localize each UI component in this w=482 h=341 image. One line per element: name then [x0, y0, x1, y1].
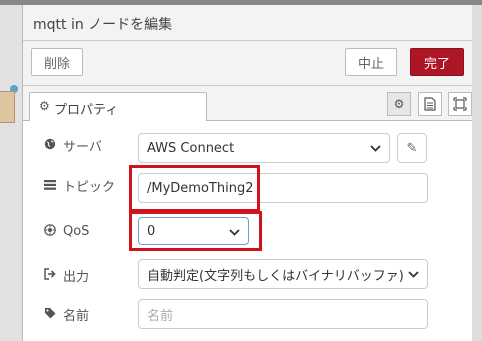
- topic-label-row: トピック: [43, 176, 115, 195]
- layout-frame-icon[interactable]: [448, 92, 472, 116]
- dialog-title: mqtt in ノードを編集: [33, 17, 173, 33]
- qos-label-row: QoS: [43, 224, 89, 239]
- cancel-button[interactable]: 中止: [345, 48, 397, 76]
- flow-canvas[interactable]: [0, 5, 22, 341]
- tab-properties-label: プロパティ: [54, 103, 119, 118]
- empire-icon: [43, 224, 57, 239]
- globe-icon: [43, 138, 57, 153]
- gear-icon: ⚙: [39, 99, 50, 113]
- done-button[interactable]: 完了: [410, 48, 464, 76]
- server-value: AWS Connect: [147, 140, 235, 156]
- output-select[interactable]: 自動判定(文字列もしくはバイナリバッファ): [138, 259, 428, 289]
- tab-properties[interactable]: ⚙ プロパティ: [29, 92, 207, 121]
- highlight-topic: [129, 165, 260, 212]
- right-edge: [472, 5, 482, 341]
- tray-toolbar: 削除 中止 完了: [23, 41, 473, 86]
- edit-tray: mqtt in ノードを編集 削除 中止 完了 ⚙ プロパティ ⚙ サーバ AW…: [22, 5, 473, 341]
- delete-button[interactable]: 削除: [31, 48, 83, 76]
- qos-label: QoS: [63, 224, 90, 239]
- highlight-qos: [129, 211, 262, 251]
- chevron-down-icon: [370, 142, 381, 155]
- tab-bar: ⚙ プロパティ ⚙: [23, 86, 473, 121]
- output-label-row: 出力: [43, 266, 89, 285]
- tasks-icon: [43, 179, 57, 193]
- name-input[interactable]: 名前: [138, 299, 428, 329]
- name-label: 名前: [63, 309, 90, 324]
- chevron-down-icon: [408, 268, 419, 281]
- pencil-icon: ✎: [406, 140, 418, 156]
- tag-icon: [43, 307, 57, 322]
- server-label: サーバ: [63, 140, 102, 155]
- name-placeholder: 名前: [147, 308, 174, 324]
- topic-label: トピック: [63, 180, 116, 195]
- server-label-row: サーバ: [43, 136, 102, 155]
- document-icon[interactable]: [418, 92, 442, 116]
- settings-gear-icon[interactable]: ⚙: [387, 92, 411, 116]
- output-value: 自動判定(文字列もしくはバイナリバッファ): [147, 268, 404, 284]
- tray-header: mqtt in ノードを編集: [23, 5, 473, 41]
- output-label: 出力: [63, 270, 90, 285]
- edit-server-button[interactable]: ✎: [397, 133, 427, 163]
- sign-out-icon: [43, 268, 57, 283]
- server-select[interactable]: AWS Connect: [138, 133, 390, 163]
- flow-node[interactable]: [0, 91, 15, 123]
- name-label-row: 名前: [43, 305, 89, 324]
